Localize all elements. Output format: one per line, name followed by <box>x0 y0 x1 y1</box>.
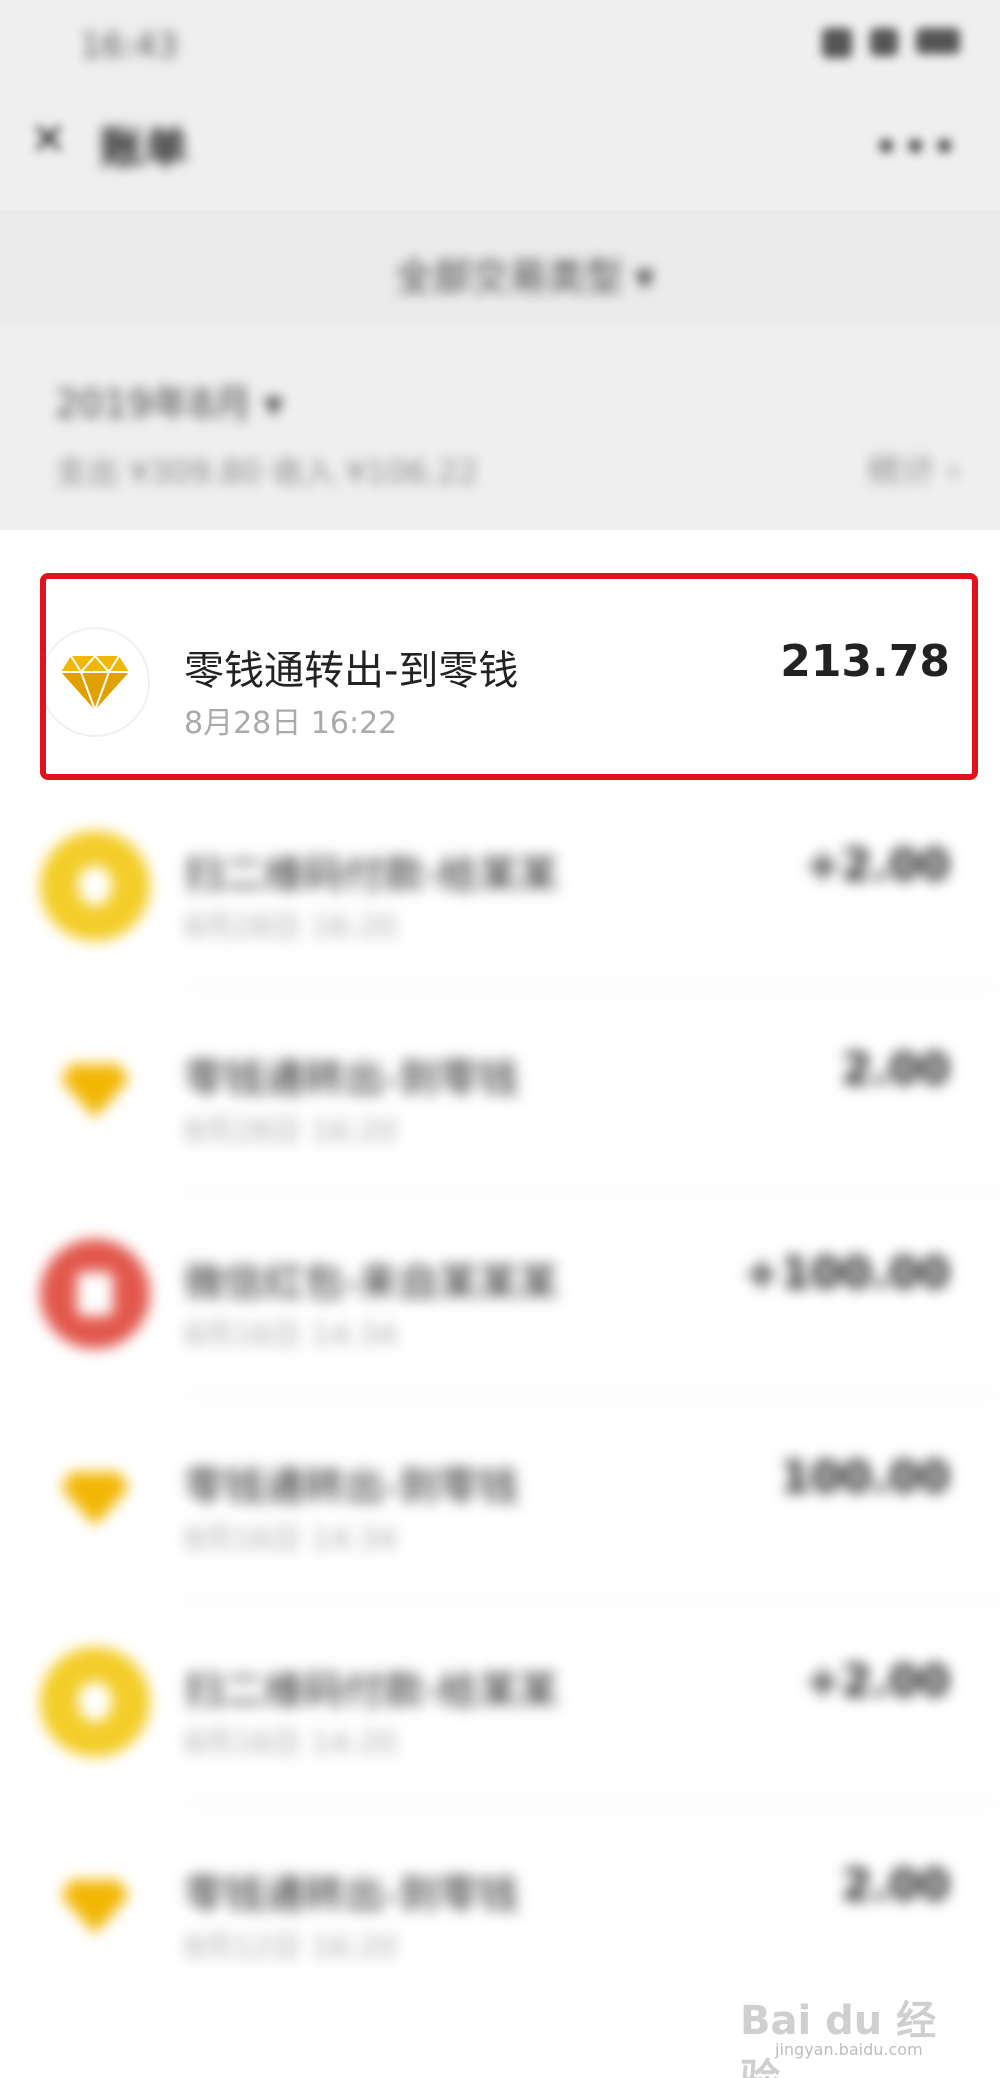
transaction-amount: +100.00 <box>743 1248 950 1299</box>
transaction-date: 8月12日 16:20 <box>184 1930 398 1965</box>
transaction-amount: +2.00 <box>804 1656 950 1707</box>
transaction-amount: 2.00 <box>841 1860 950 1911</box>
transaction-date: 8月28日 16:20 <box>184 910 398 945</box>
filter-label[interactable]: 全部交易类型 ▾ <box>395 246 654 301</box>
transaction-row[interactable]: 扫二维码付款-给某某 8月16日 14:20 +2.00 <box>0 1600 1000 1804</box>
month-selector[interactable]: 2019年8月 ▾ <box>55 373 283 428</box>
more-icon[interactable]: ••• <box>873 120 960 174</box>
filter-bar[interactable]: 全部交易类型 ▾ <box>0 210 1000 325</box>
transaction-title: 零钱通转出-到零钱 <box>184 1464 519 1510</box>
transaction-title: 零钱通转出-到零钱 <box>184 1056 519 1102</box>
month-block: 2019年8月 ▾ 支出 ¥309.80 收入 ¥106.22 统计 › <box>0 355 1000 530</box>
wifi-icon <box>870 28 898 56</box>
status-icons <box>822 28 960 58</box>
status-bar: 16:43 <box>0 0 1000 90</box>
watermark-url: jingyan.baidu.com <box>775 2040 923 2059</box>
transaction-date: 8月16日 14:34 <box>184 1522 398 1557</box>
transaction-title: 零钱通转出-到零钱 <box>184 1872 519 1918</box>
transaction-title: 扫二维码付款-给某某 <box>184 1668 559 1714</box>
month-summary: 支出 ¥309.80 收入 ¥106.22 <box>55 453 479 491</box>
page-title: 账单 <box>100 123 188 174</box>
diamond-icon <box>40 1851 150 1961</box>
highlight-box <box>40 573 978 780</box>
coin-icon <box>40 831 150 941</box>
watermark: Bai du 经验 jingyan.baidu.com <box>740 1968 960 2078</box>
transaction-amount: +2.00 <box>804 840 950 891</box>
transaction-row[interactable]: 微信红包-来自某某某 8月16日 14:34 +100.00 <box>0 1192 1000 1396</box>
transaction-row[interactable]: 零钱通转出-到零钱 8月16日 14:34 100.00 <box>0 1396 1000 1600</box>
coin-icon <box>40 1647 150 1757</box>
transaction-row[interactable]: 零钱通转出-到零钱 8月28日 16:20 2.00 <box>0 988 1000 1192</box>
watermark-text: Bai du 经验 <box>740 1998 937 2078</box>
top-section: 16:43 ✕ 账单 ••• 全部交易类型 ▾ 2019年8月 ▾ 支出 ¥30… <box>0 0 1000 530</box>
transaction-title: 微信红包-来自某某某 <box>184 1260 559 1306</box>
stats-link[interactable]: 统计 › <box>868 443 960 492</box>
signal-icon <box>822 28 852 58</box>
diamond-icon <box>40 1443 150 1553</box>
status-time: 16:43 <box>80 26 178 66</box>
transaction-date: 8月28日 16:20 <box>184 1114 398 1149</box>
red-packet-icon <box>40 1239 150 1349</box>
transaction-amount: 100.00 <box>780 1452 950 1503</box>
diamond-icon <box>40 1035 150 1145</box>
transaction-amount: 2.00 <box>841 1044 950 1095</box>
transaction-date: 8月16日 14:20 <box>184 1726 398 1761</box>
transaction-title: 扫二维码付款-给某某 <box>184 852 559 898</box>
transaction-row[interactable]: 扫二维码付款-给某某 8月28日 16:20 +2.00 <box>0 784 1000 988</box>
header: ✕ 账单 ••• <box>0 90 1000 200</box>
transaction-date: 8月16日 14:34 <box>184 1318 398 1353</box>
battery-icon <box>916 28 960 54</box>
close-icon[interactable]: ✕ <box>30 118 74 162</box>
